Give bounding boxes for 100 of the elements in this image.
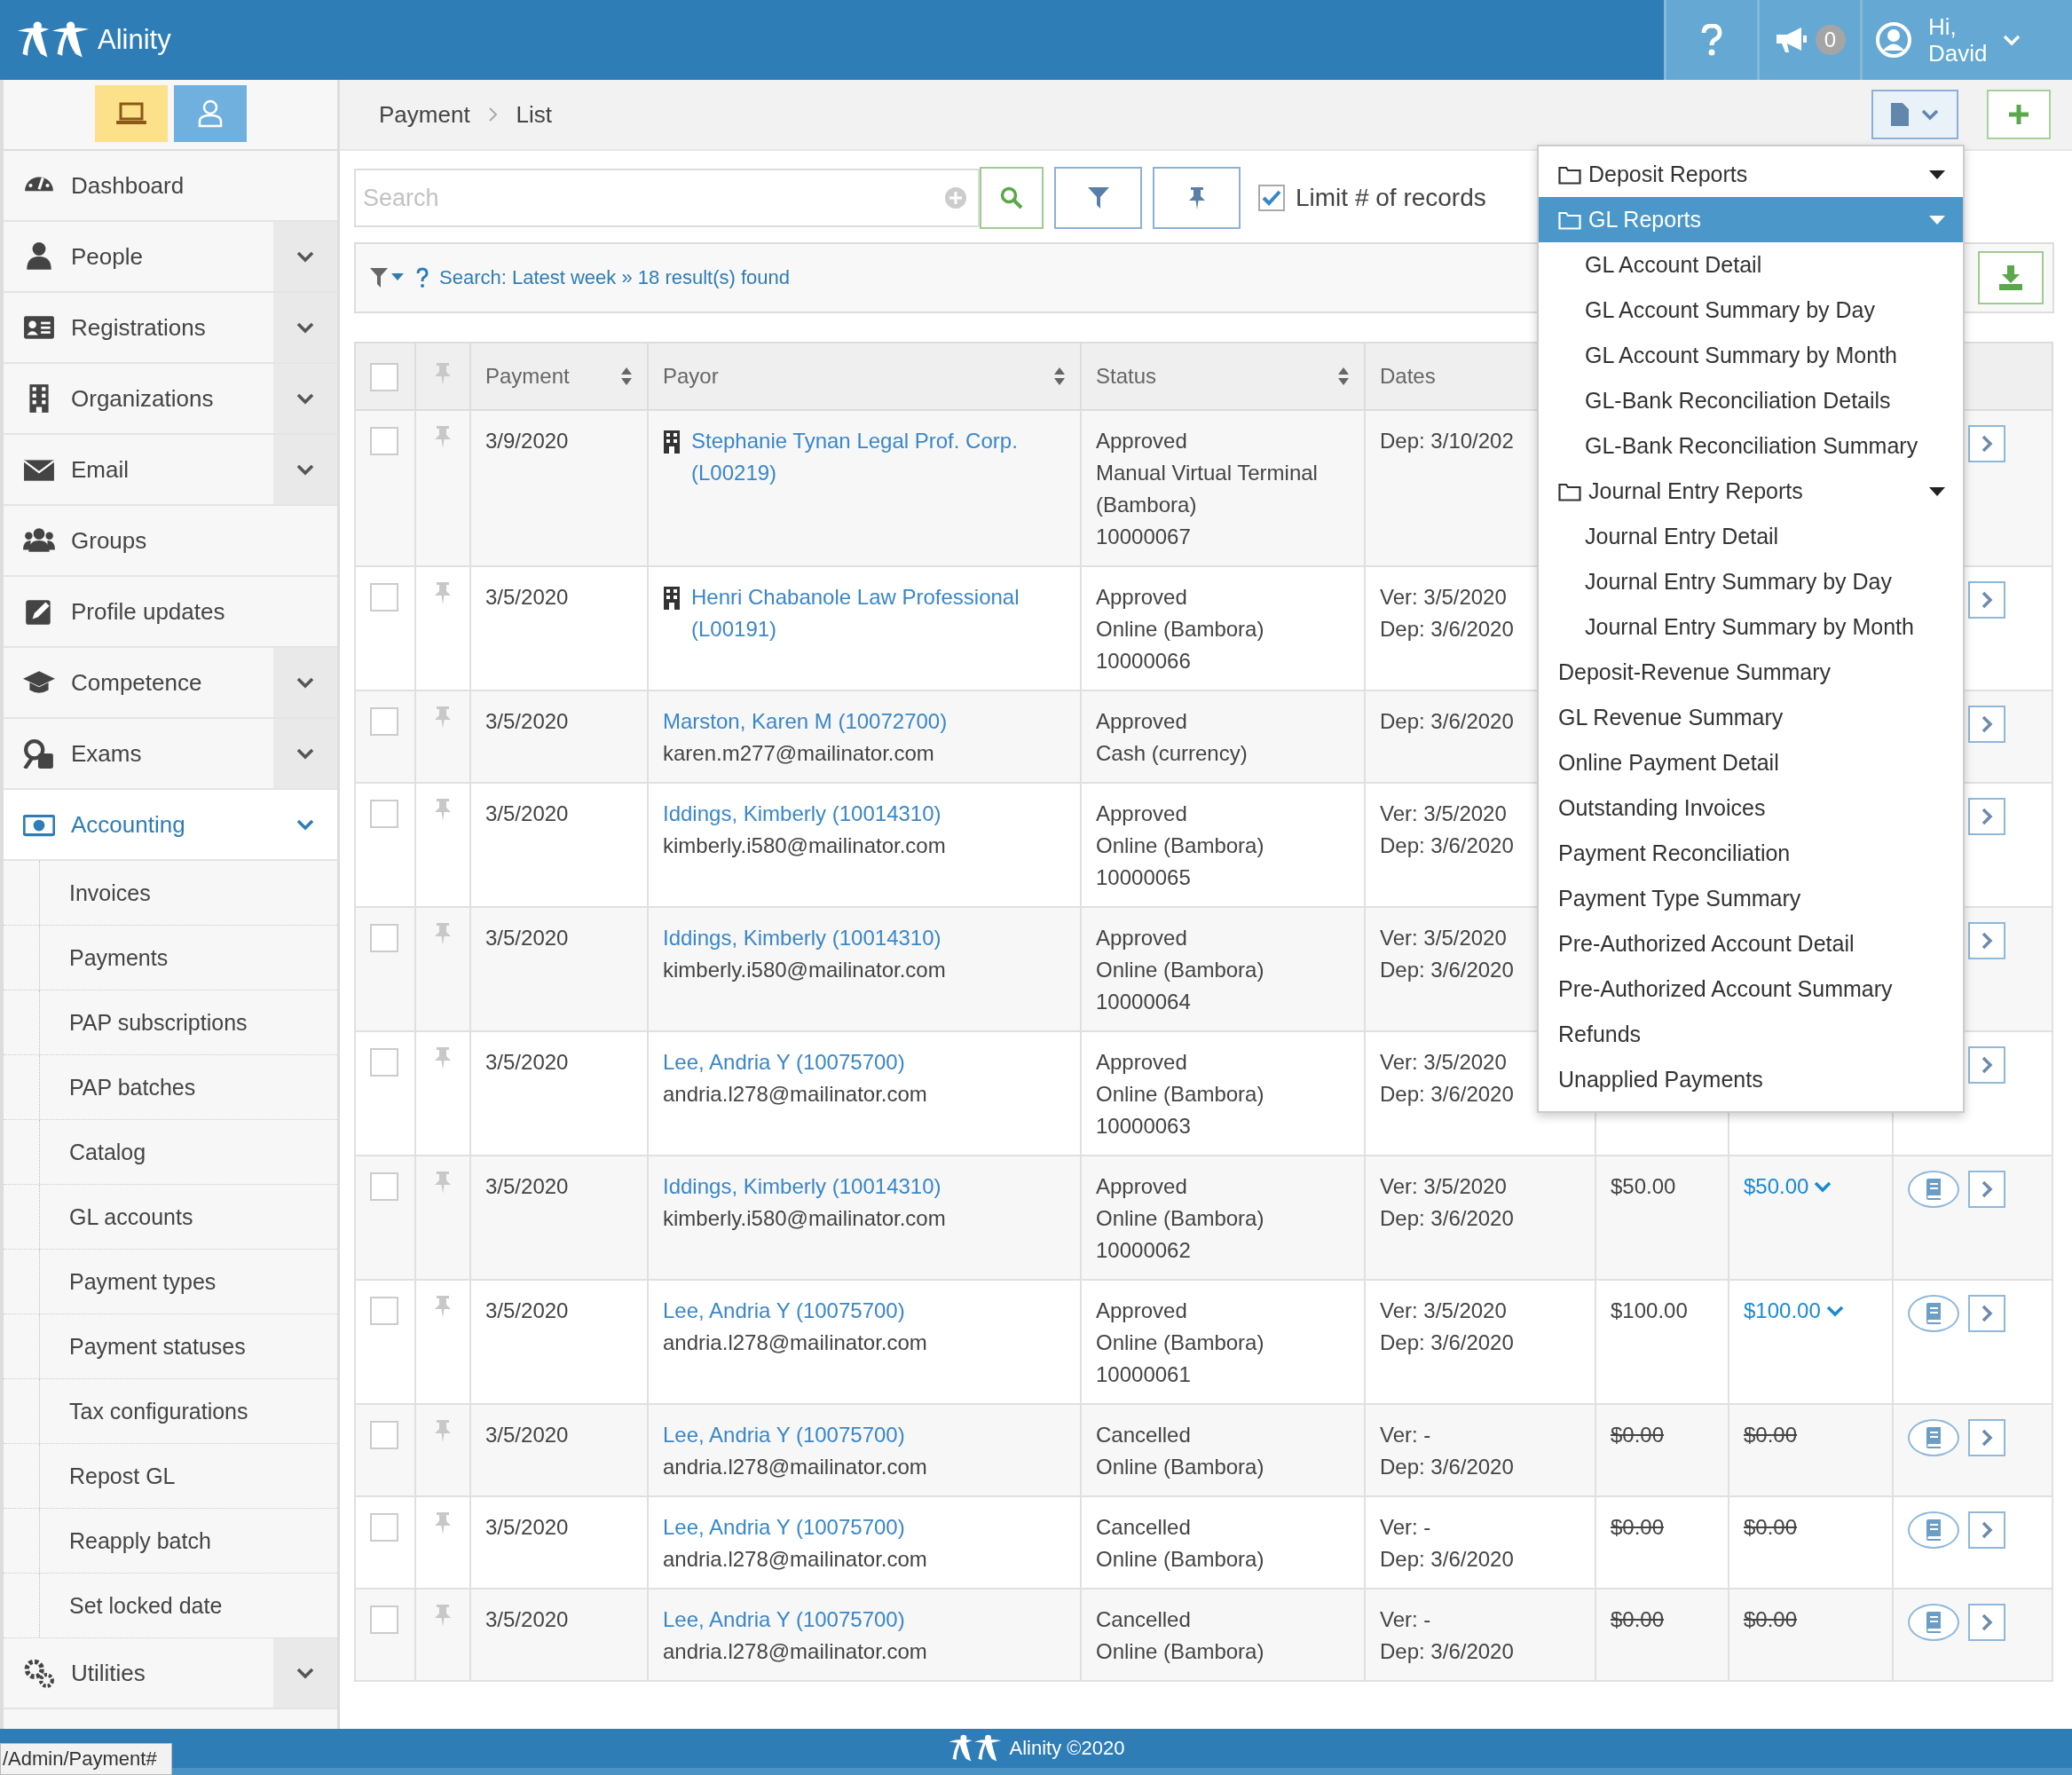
menu-item[interactable]: GL Account Summary by Month [1539,333,1963,378]
payor-link[interactable]: Lee, Andria Y (10075700) [663,1295,905,1327]
row-checkbox[interactable] [370,583,398,611]
menu-item[interactable]: GL Account Summary by Day [1539,288,1963,333]
row-checkbox[interactable] [370,427,398,455]
select-all-checkbox[interactable] [370,363,398,391]
download-button[interactable] [1978,251,2044,304]
row-checkbox[interactable] [370,1421,398,1449]
filter-icon[interactable] [370,268,406,288]
column-header[interactable]: Status [1096,364,1157,389]
row-checkbox[interactable] [370,1048,398,1077]
building-icon [663,587,681,610]
open-button[interactable] [1968,1171,2005,1208]
row-checkbox[interactable] [370,924,398,952]
payor-link[interactable]: Lee, Andria Y (10075700) [663,1511,905,1543]
row-checkbox[interactable] [370,800,398,828]
open-button[interactable] [1968,581,2005,619]
open-button[interactable] [1968,706,2005,743]
payment-date: 3/9/2020 [485,429,569,453]
sidebar-item[interactable]: Email [4,435,337,506]
column-header[interactable]: Payment [485,364,570,389]
filter-summary-link[interactable]: Search: Latest week » 18 result(s) found [439,266,790,289]
sidebar-item[interactable]: Utilities [4,1638,337,1709]
book-button[interactable] [1908,1171,1959,1208]
menu-folder[interactable]: Deposit Reports [1539,152,1963,197]
menu-item[interactable]: Journal Entry Summary by Month [1539,604,1963,650]
search-field[interactable]: Search [354,169,980,227]
book-button[interactable] [1908,1295,1959,1332]
payor-link[interactable]: Marston, Karen M (10072700) [663,706,948,738]
open-button[interactable] [1968,1295,2005,1332]
sidebar-item[interactable]: Groups [4,506,337,577]
paid-amount-link[interactable]: $100.00 [1744,1295,1844,1327]
limit-checkbox[interactable] [1258,185,1285,211]
sidebar-subitem[interactable]: Catalog [4,1120,337,1185]
payor-link[interactable]: Iddings, Kimberly (10014310) [663,798,941,830]
payor-email: andria.l278@mailinator.com [663,1081,927,1108]
sidebar-item[interactable]: Competence [4,648,337,719]
open-button[interactable] [1968,798,2005,835]
book-button[interactable] [1908,1511,1959,1549]
menu-item[interactable]: Payment Reconciliation [1539,831,1963,876]
menu-item[interactable]: Journal Entry Detail [1539,514,1963,559]
help-button[interactable] [1664,0,1757,80]
sidebar-item[interactable]: Accounting [4,790,337,861]
column-header[interactable]: Dates [1380,364,1436,389]
sidebar-item[interactable]: Organizations [4,364,337,435]
payor-link[interactable]: Lee, Andria Y (10075700) [663,1046,905,1078]
row-checkbox[interactable] [370,1605,398,1634]
open-button[interactable] [1968,1419,2005,1456]
open-button[interactable] [1968,1604,2005,1641]
menu-item[interactable]: GL Account Detail [1539,242,1963,288]
breadcrumb-link[interactable]: Payment [379,100,470,129]
row-checkbox[interactable] [370,1513,398,1542]
sidebar-subitem[interactable]: GL accounts [4,1185,337,1250]
payor-link[interactable]: Iddings, Kimberly (10014310) [663,922,941,954]
payor-link[interactable]: Iddings, Kimberly (10014310) [663,1171,941,1203]
open-button[interactable] [1968,922,2005,959]
add-button[interactable] [1987,90,2051,139]
column-header[interactable]: Payor [663,364,719,389]
row-checkbox[interactable] [370,1172,398,1201]
menu-item[interactable]: GL Revenue Summary [1539,695,1963,740]
sidebar-item[interactable]: Profile updates [4,577,337,648]
sidebar-subitem[interactable]: Repost GL [4,1444,337,1509]
book-button[interactable] [1908,1604,1959,1641]
client-mode-button[interactable] [173,85,247,142]
sidebar-subitem[interactable]: Payments [4,926,337,990]
filter-button[interactable] [1054,167,1142,229]
menu-item[interactable]: Refunds [1539,1012,1963,1057]
sidebar-item[interactable]: Registrations [4,293,337,364]
sidebar-subitem[interactable]: Payment statuses [4,1314,337,1379]
menu-item[interactable]: Deposit-Revenue Summary [1539,650,1963,695]
sidebar-item[interactable]: Exams [4,719,337,790]
payor-link[interactable]: Lee, Andria Y (10075700) [663,1419,905,1451]
menu-item[interactable]: Pre-Authorized Account Summary [1539,966,1963,1012]
sidebar-subitem[interactable]: PAP subscriptions [4,990,337,1055]
row-checkbox[interactable] [370,707,398,736]
admin-mode-button[interactable] [94,85,168,142]
open-button[interactable] [1968,425,2005,462]
sidebar-item[interactable]: People [4,222,337,293]
pin-button[interactable] [1153,167,1241,229]
menu-item[interactable]: Journal Entry Summary by Day [1539,559,1963,604]
sidebar-subitem[interactable]: Payment types [4,1250,337,1314]
menu-item[interactable]: Online Payment Detail [1539,740,1963,785]
menu-item[interactable]: Unapplied Payments [1539,1057,1963,1102]
open-button[interactable] [1968,1511,2005,1549]
sidebar-subitem[interactable]: PAP batches [4,1055,337,1120]
reports-button[interactable] [1871,90,1958,139]
row-checkbox[interactable] [370,1297,398,1325]
search-button[interactable] [980,167,1044,229]
sidebar-subitem[interactable]: Reapply batch [4,1509,337,1574]
menu-item[interactable]: Pre-Authorized Account Detail [1539,921,1963,966]
payor-link[interactable]: Lee, Andria Y (10075700) [663,1604,905,1636]
sidebar-subitem[interactable]: Tax configurations [4,1379,337,1444]
sidebar-subitem[interactable]: Invoices [4,861,337,926]
menu-folder[interactable]: Journal Entry Reports [1539,469,1963,514]
menu-item[interactable]: Outstanding Invoices [1539,785,1963,831]
menu-item[interactable]: GL-Bank Reconciliation Details [1539,378,1963,423]
book-button[interactable] [1908,1419,1959,1456]
open-button[interactable] [1968,1046,2005,1084]
menu-item[interactable]: Payment Type Summary [1539,876,1963,921]
menu-item[interactable]: GL-Bank Reconciliation Summary [1539,423,1963,469]
